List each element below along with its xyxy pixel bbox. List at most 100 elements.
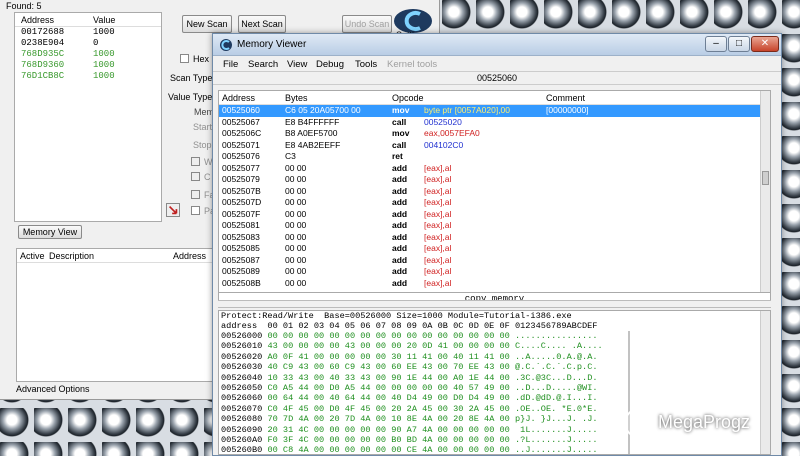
next-scan-button[interactable]: Next Scan [238,15,286,33]
copy-on-write-checkbox[interactable] [191,172,200,181]
disasm-row[interactable]: 00525089 00 00 add [eax],al [219,266,770,278]
menu-file[interactable]: File [223,59,238,70]
disasm-row[interactable]: 00525076 C3 ret [219,151,770,163]
hex-bytes: C0 A5 44 00 D0 A5 44 00 00 00 00 00 40 5… [267,382,510,393]
disasm-opcode: add [392,231,408,242]
disasm-row[interactable]: 00525079 00 00 add [eax],al [219,174,770,186]
disasm-row[interactable]: 0052506C B8 A0EF5700 mov eax,0057EFA0 [219,128,770,140]
memory-view-button[interactable]: Memory View [18,225,82,239]
hex-ascii: ................ [515,331,598,341]
result-row[interactable]: 00172688 1000 [15,27,161,38]
result-address: 76D1CB8C [21,71,65,81]
disassembler-scrollbar[interactable] [760,91,770,297]
menu-debug[interactable]: Debug [316,59,344,70]
disasm-row[interactable]: 00525081 00 00 add [eax],al [219,220,770,232]
disassembler-current-address: 00525060 [213,72,781,85]
disasm-row[interactable]: 00525083 00 00 add [eax],al [219,232,770,244]
disasm-row[interactable]: 0052508B 00 00 add [eax],al [219,278,770,290]
scan-type-label: Scan Type [170,73,213,83]
header-comment[interactable]: Comment [546,93,585,103]
hex-row[interactable]: 00526060 00 64 44 00 40 64 44 00 40 D4 4… [219,393,770,403]
disasm-row[interactable]: 0052507D 00 00 add [eax],al [219,197,770,209]
result-value: 0 [93,38,99,48]
disasm-row[interactable]: 00525085 00 00 add [eax],al [219,243,770,255]
disasm-row[interactable]: 0052507B 00 00 add [eax],al [219,186,770,198]
hex-ascii: p}J. }J...J. .J. [515,414,598,425]
pause-checkbox[interactable] [191,206,200,215]
menu-view[interactable]: View [287,59,307,70]
result-address: 00172688 [21,27,65,37]
minimize-button[interactable]: – [705,36,727,52]
disassembler-header: Address Bytes Opcode Comment [219,91,770,105]
disasm-bytes: E8 B4FFFFFF [285,116,340,127]
header-address[interactable]: Address [173,249,206,263]
disasm-opcode: add [392,185,408,196]
fast-scan-checkbox[interactable] [191,190,200,199]
found-count: Found: 5 [6,1,42,11]
disasm-bytes: 00 00 [285,220,307,230]
disasm-opcode: add [392,208,408,219]
menu-search[interactable]: Search [248,59,278,70]
results-header-value[interactable]: Value [87,13,147,26]
hex-row[interactable]: 00526000 00 00 00 00 00 00 00 00 00 00 0… [219,331,770,341]
hex-bytes: A0 0F 41 00 00 00 00 00 30 11 41 00 40 1… [267,351,510,362]
maximize-button[interactable]: □ [728,36,750,52]
menu-kernel-tools[interactable]: Kernel tools [387,59,437,70]
hex-bytes: 20 31 4C 00 00 00 00 00 90 A7 4A 00 00 0… [267,424,510,435]
hex-row[interactable]: 00526040 10 33 43 00 40 33 43 00 90 1E 4… [219,373,770,383]
hex-checkbox[interactable] [180,54,189,63]
close-button[interactable]: ✕ [751,36,779,52]
scrollbar-thumb[interactable] [762,171,769,185]
undo-scan-button[interactable]: Undo Scan [342,15,392,33]
hex-row[interactable]: 00526020 A0 0F 41 00 00 00 00 00 30 11 4… [219,352,770,362]
disasm-address: 00525067 [222,116,260,127]
disasm-row[interactable]: 00525071 E8 4AB2EEFF call 004102C0 [219,140,770,152]
hex-ascii: ..A.....0.A.@.A. [515,351,598,362]
hex-address: 00526070 [221,403,263,414]
result-row[interactable]: 76D1CB8C 1000 [15,71,161,82]
disasm-address: 00525071 [222,139,260,150]
menu-tools[interactable]: Tools [355,59,377,70]
hex-row[interactable]: 00526050 C0 A5 44 00 D0 A5 44 00 00 00 0… [219,383,770,393]
disasm-address: 00525083 [222,231,260,242]
result-row[interactable]: 0238E904 0 [15,38,161,49]
header-address[interactable]: Address [222,93,255,103]
advanced-options-link[interactable]: Advanced Options [16,384,90,394]
hex-address: 00526020 [221,351,263,362]
result-row[interactable]: 768D9360 1000 [15,60,161,71]
disasm-row[interactable]: 00525077 00 00 add [eax],al [219,163,770,175]
hex-label: Hex [193,54,210,64]
pane-splitter[interactable] [218,300,771,308]
writable-checkbox[interactable] [191,157,200,166]
disasm-address: 0052507F [222,208,261,219]
add-to-list-arrow-icon[interactable] [166,203,180,217]
header-opcode[interactable]: Opcode [392,93,424,103]
scan-results-list[interactable]: Address Value 00172688 1000 0238E904 0 768D9… [14,12,162,222]
header-active[interactable]: Active [20,249,45,263]
hex-row[interactable]: 00526010 43 00 00 00 00 43 00 00 00 20 0… [219,341,770,351]
disasm-address: 0052508B [222,277,261,288]
result-value: 1000 [93,60,115,70]
disasm-address: 00525087 [222,254,260,265]
disasm-address: 00525081 [222,220,260,230]
disasm-address: 00525060 [222,105,260,115]
hex-row[interactable]: 00526030 40 C9 43 00 60 C9 43 00 60 EE 4… [219,362,770,372]
disassembler-view[interactable]: Address Bytes Opcode Comment 00525060 C6 … [218,90,771,298]
hex-address: 00526000 [221,331,263,341]
header-description[interactable]: Description [49,249,94,263]
memory-viewer-titlebar[interactable]: Memory Viewer – □ ✕ [213,34,781,56]
new-scan-button[interactable]: New Scan [182,15,232,33]
disasm-row[interactable]: 00525087 00 00 add [eax],al [219,255,770,267]
results-header-address[interactable]: Address [15,13,87,26]
disasm-row[interactable]: 0052507F 00 00 add [eax],al [219,209,770,221]
disasm-operand: 004102C0 [424,139,464,150]
disasm-row[interactable]: 00525060 C6 05 20A05700 00 mov byte ptr [00… [219,105,770,117]
result-row[interactable]: 768D935C 1000 [15,49,161,60]
disasm-opcode: add [392,254,408,265]
hex-bytes: 43 00 00 00 00 43 00 00 00 20 0D 41 00 0… [267,341,510,352]
hex-address: 005260B0 [221,445,263,455]
header-bytes[interactable]: Bytes [285,93,308,103]
hex-row[interactable]: 005260B0 00 C8 4A 00 00 00 00 00 00 CE 4… [219,445,770,455]
hex-address: 00526010 [221,341,263,352]
disasm-row[interactable]: 00525067 E8 B4FFFFFF call 00525020 [219,117,770,129]
